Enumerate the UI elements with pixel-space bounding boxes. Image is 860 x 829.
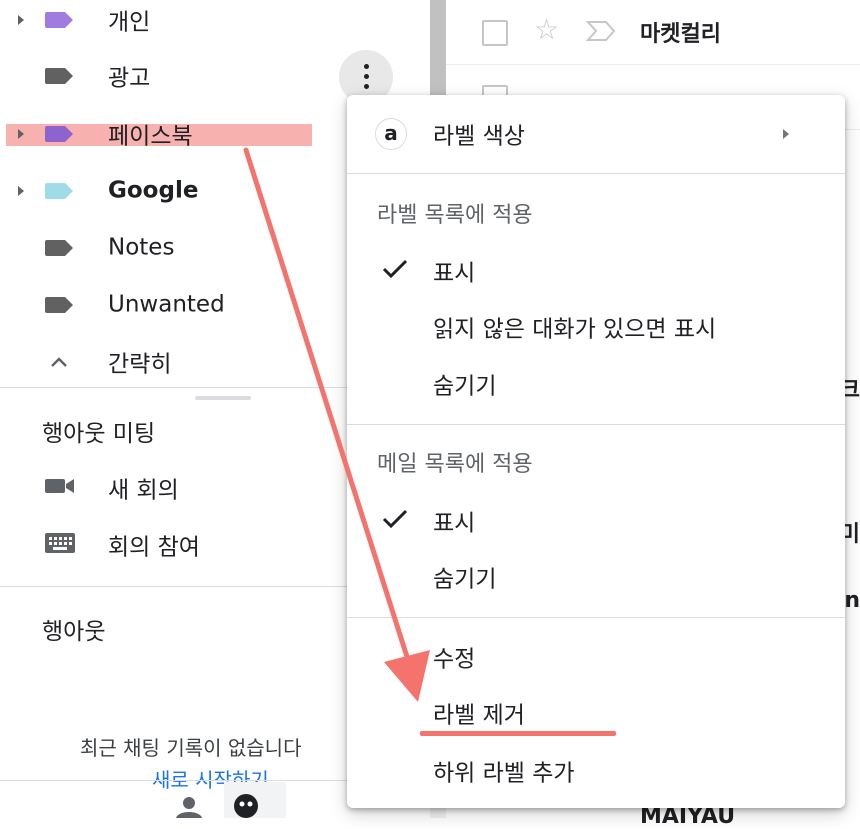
menu-item-mail-list-show[interactable]: 표시 (347, 495, 845, 547)
expand-arrow-icon[interactable] (18, 15, 24, 25)
sidebar-label-name: 페이스북 (108, 123, 193, 150)
collapse-label: 간략히 (108, 351, 172, 378)
hangouts-empty-text: 최근 채팅 기록이 없습니다 (80, 736, 302, 760)
person-icon[interactable] (172, 796, 206, 822)
menu-item-label: 라벨 색상 (433, 123, 525, 150)
annotation-underline (420, 731, 616, 736)
keyboard-icon (44, 532, 76, 558)
menu-separator (347, 424, 845, 425)
select-checkbox[interactable] (482, 20, 508, 46)
label-tag-icon (44, 182, 74, 200)
expand-arrow-icon[interactable] (18, 129, 24, 139)
sidebar-label-name: Unwanted (108, 291, 225, 318)
menu-item-label: 숨기기 (433, 566, 497, 593)
hangouts-meet-title: 행아웃 미팅 (42, 421, 156, 447)
sidebar-label-name: 광고 (108, 65, 151, 92)
menu-item-label-color[interactable]: a 라벨 색상 (347, 108, 845, 160)
mail-row[interactable]: ☆ 마켓컬리 (446, 0, 860, 65)
chevron-up-icon (44, 353, 74, 371)
menu-item-label: 수정 (433, 646, 476, 673)
menu-separator (347, 617, 845, 618)
new-meeting-label: 새 회의 (108, 477, 179, 504)
menu-item-mail-list-hide[interactable]: 숨기기 (347, 551, 845, 603)
menu-section-header: 메일 목록에 적용 (377, 452, 533, 477)
label-tag-icon (44, 67, 74, 85)
sidebar-label-personal[interactable]: 개인 (0, 0, 430, 44)
label-tag-icon (44, 11, 74, 29)
hangouts-title: 행아웃 (42, 619, 106, 645)
importance-marker-icon[interactable] (585, 20, 616, 46)
menu-separator (347, 173, 845, 174)
submenu-arrow-icon (783, 129, 789, 139)
menu-item-label-list-show[interactable]: 표시 (347, 245, 845, 297)
label-tag-icon (44, 239, 74, 257)
label-tag-icon (44, 296, 74, 314)
sidebar-label-name: Google (108, 177, 199, 204)
menu-item-label: 라벨 제거 (433, 702, 525, 729)
expand-arrow-icon[interactable] (18, 186, 24, 196)
check-icon (381, 508, 409, 534)
menu-item-label: 표시 (433, 510, 476, 537)
menu-item-label: 하위 라벨 추가 (433, 760, 575, 787)
mail-peek-text: n (844, 588, 860, 613)
panel-resize-handle[interactable] (195, 396, 251, 400)
sidebar-label-name: Notes (108, 234, 175, 261)
sidebar-label-name: 개인 (108, 9, 151, 36)
menu-item-add-sublabel[interactable]: 하위 라벨 추가 (347, 745, 845, 797)
menu-section-header: 라벨 목록에 적용 (377, 203, 533, 228)
video-camera-icon (44, 476, 76, 500)
menu-item-label: 표시 (433, 260, 476, 287)
menu-item-label-list-hide[interactable]: 숨기기 (347, 358, 845, 410)
label-context-menu: a 라벨 색상 라벨 목록에 적용 표시 읽지 않은 대화가 있으면 표시 숨기… (347, 95, 845, 808)
label-tag-icon (44, 125, 74, 143)
star-icon[interactable]: ☆ (534, 16, 559, 44)
join-meeting-label: 회의 참여 (108, 534, 200, 561)
menu-item-label: 숨기기 (433, 373, 497, 400)
color-swatch-icon: a (375, 118, 407, 150)
mail-sender: 마켓컬리 (640, 22, 721, 47)
menu-item-label-list-show-unread[interactable]: 읽지 않은 대화가 있으면 표시 (347, 301, 845, 353)
hangouts-chat-icon[interactable] (224, 782, 286, 818)
check-icon (381, 258, 409, 284)
menu-item-label: 읽지 않은 대화가 있으면 표시 (433, 316, 717, 343)
menu-item-edit[interactable]: 수정 (347, 631, 845, 683)
